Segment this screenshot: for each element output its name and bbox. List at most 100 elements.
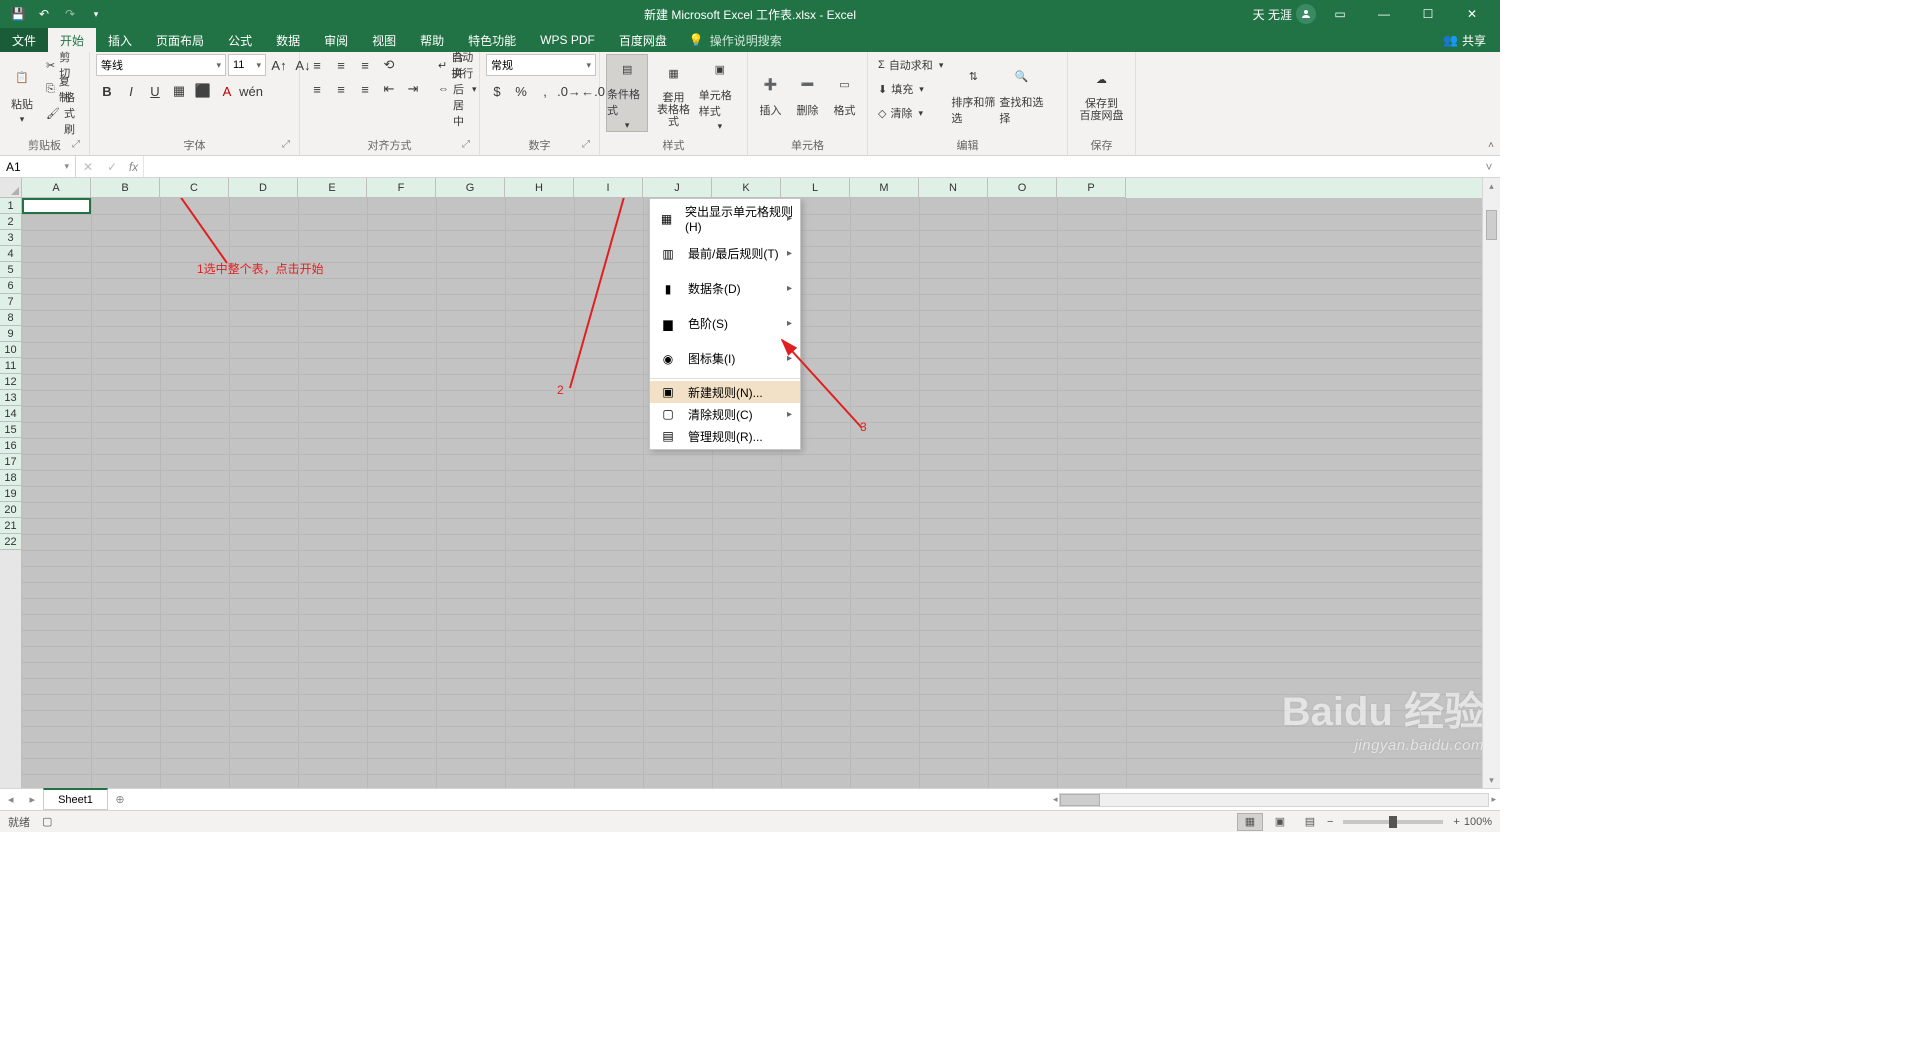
column-header[interactable]: I: [574, 178, 643, 198]
tab-wps-pdf[interactable]: WPS PDF: [528, 28, 607, 52]
align-bottom-icon[interactable]: ≡: [354, 54, 376, 76]
zoom-level[interactable]: 100%: [1464, 816, 1492, 828]
delete-cells-button[interactable]: ➖删除: [791, 54, 824, 132]
percent-icon[interactable]: %: [510, 80, 532, 102]
menu-color-scales[interactable]: ▆色阶(S)▸: [650, 306, 800, 341]
name-box[interactable]: A1▾: [0, 156, 76, 177]
column-header[interactable]: P: [1057, 178, 1126, 198]
add-sheet-icon[interactable]: ⊕: [108, 793, 132, 806]
column-header[interactable]: A: [22, 178, 91, 198]
currency-icon[interactable]: $: [486, 80, 508, 102]
save-icon[interactable]: 💾: [6, 2, 30, 26]
row-header[interactable]: 21: [0, 518, 21, 534]
macro-record-icon[interactable]: ▢: [42, 815, 52, 828]
autosum-button[interactable]: Σ自动求和▾: [874, 54, 947, 76]
dialog-launcher-icon[interactable]: ⤢: [579, 139, 593, 153]
select-all-button[interactable]: [0, 178, 21, 198]
merge-center-button[interactable]: ⇔合并后居中▾: [434, 78, 481, 100]
sort-filter-button[interactable]: ⇅排序和筛选: [951, 54, 995, 132]
tab-view[interactable]: 视图: [360, 28, 408, 52]
minimize-icon[interactable]: —: [1364, 0, 1404, 28]
align-top-icon[interactable]: ≡: [306, 54, 328, 76]
cancel-formula-icon[interactable]: ✕: [76, 160, 100, 174]
row-header[interactable]: 15: [0, 422, 21, 438]
dialog-launcher-icon[interactable]: ⤢: [459, 139, 473, 153]
row-header[interactable]: 5: [0, 262, 21, 278]
close-icon[interactable]: ✕: [1452, 0, 1492, 28]
redo-icon[interactable]: ↷: [58, 2, 82, 26]
scroll-down-icon[interactable]: ▾: [1483, 772, 1500, 788]
vertical-scrollbar[interactable]: ▴ ▾: [1482, 178, 1500, 788]
align-left-icon[interactable]: ≡: [306, 78, 328, 100]
row-header[interactable]: 19: [0, 486, 21, 502]
font-size-combo[interactable]: 11▾: [228, 54, 266, 76]
row-header[interactable]: 7: [0, 294, 21, 310]
indent-increase-icon[interactable]: ⇥: [402, 78, 424, 100]
column-header[interactable]: D: [229, 178, 298, 198]
column-header[interactable]: M: [850, 178, 919, 198]
fx-icon[interactable]: fx: [124, 156, 144, 177]
dialog-launcher-icon[interactable]: ⤢: [69, 139, 83, 153]
row-header[interactable]: 13: [0, 390, 21, 406]
share-button[interactable]: 👥共享: [1429, 28, 1500, 52]
cells-area[interactable]: ▦突出显示单元格规则(H)▸ ▥最前/最后规则(T)▸ ▮数据条(D)▸ ▆色阶…: [22, 198, 1482, 788]
conditional-formatting-button[interactable]: ▤ 条件格式 ▾: [606, 54, 648, 132]
format-as-table-button[interactable]: ▦ 套用 表格格式: [652, 54, 694, 132]
sheet-tab[interactable]: Sheet1: [43, 788, 108, 810]
number-format-combo[interactable]: 常规▾: [486, 54, 596, 76]
zoom-out-icon[interactable]: −: [1327, 816, 1333, 828]
underline-button[interactable]: U: [144, 80, 166, 102]
comma-icon[interactable]: ,: [534, 80, 556, 102]
undo-icon[interactable]: ↶: [32, 2, 56, 26]
orientation-icon[interactable]: ⟲: [378, 54, 400, 76]
row-header[interactable]: 9: [0, 326, 21, 342]
scroll-up-icon[interactable]: ▴: [1483, 178, 1500, 194]
menu-new-rule[interactable]: ▣新建规则(N)...: [650, 381, 800, 403]
increase-decimal-icon[interactable]: .0→: [558, 80, 580, 102]
row-header[interactable]: 18: [0, 470, 21, 486]
tab-review[interactable]: 审阅: [312, 28, 360, 52]
enter-formula-icon[interactable]: ✓: [100, 160, 124, 174]
menu-manage-rules[interactable]: ▤管理规则(R)...: [650, 425, 800, 447]
row-header[interactable]: 3: [0, 230, 21, 246]
align-right-icon[interactable]: ≡: [354, 78, 376, 100]
column-header[interactable]: N: [919, 178, 988, 198]
expand-formula-bar-icon[interactable]: ˅: [1478, 156, 1500, 177]
tab-insert[interactable]: 插入: [96, 28, 144, 52]
row-header[interactable]: 1: [0, 198, 21, 214]
user-name[interactable]: 天 无涯: [1253, 6, 1292, 23]
menu-clear-rules[interactable]: ▢清除规则(C)▸: [650, 403, 800, 425]
tell-me[interactable]: 💡 操作说明搜索: [679, 28, 792, 52]
hscroll-left-icon[interactable]: ◂: [1053, 794, 1058, 805]
ribbon-display-icon[interactable]: ▭: [1320, 0, 1360, 28]
align-middle-icon[interactable]: ≡: [330, 54, 352, 76]
row-header[interactable]: 12: [0, 374, 21, 390]
formula-input[interactable]: [144, 156, 1478, 177]
hscroll-right-icon[interactable]: ▸: [1491, 794, 1496, 805]
menu-icon-sets[interactable]: ◉图标集(I)▸: [650, 341, 800, 376]
dialog-launcher-icon[interactable]: ⤢: [279, 139, 293, 153]
view-page-break-icon[interactable]: ▤: [1297, 813, 1323, 831]
border-button[interactable]: ▦: [168, 80, 190, 102]
clear-button[interactable]: ◇清除▾: [874, 102, 947, 124]
row-header[interactable]: 20: [0, 502, 21, 518]
row-header[interactable]: 4: [0, 246, 21, 262]
scroll-thumb[interactable]: [1486, 210, 1497, 240]
horizontal-scrollbar[interactable]: ◂ ▸: [1053, 793, 1500, 807]
find-select-button[interactable]: 🔍查找和选择: [999, 54, 1043, 132]
align-center-icon[interactable]: ≡: [330, 78, 352, 100]
paste-button[interactable]: 📋 粘贴 ▾: [6, 54, 38, 132]
column-header[interactable]: O: [988, 178, 1057, 198]
zoom-slider[interactable]: [1343, 820, 1443, 824]
italic-button[interactable]: I: [120, 80, 142, 102]
view-normal-icon[interactable]: ▦: [1237, 813, 1263, 831]
column-header[interactable]: L: [781, 178, 850, 198]
maximize-icon[interactable]: ☐: [1408, 0, 1448, 28]
hscroll-thumb[interactable]: [1060, 794, 1100, 806]
row-header[interactable]: 8: [0, 310, 21, 326]
tab-file[interactable]: 文件: [0, 28, 48, 52]
active-cell[interactable]: [22, 198, 91, 214]
column-header[interactable]: C: [160, 178, 229, 198]
tab-formulas[interactable]: 公式: [216, 28, 264, 52]
row-header[interactable]: 6: [0, 278, 21, 294]
